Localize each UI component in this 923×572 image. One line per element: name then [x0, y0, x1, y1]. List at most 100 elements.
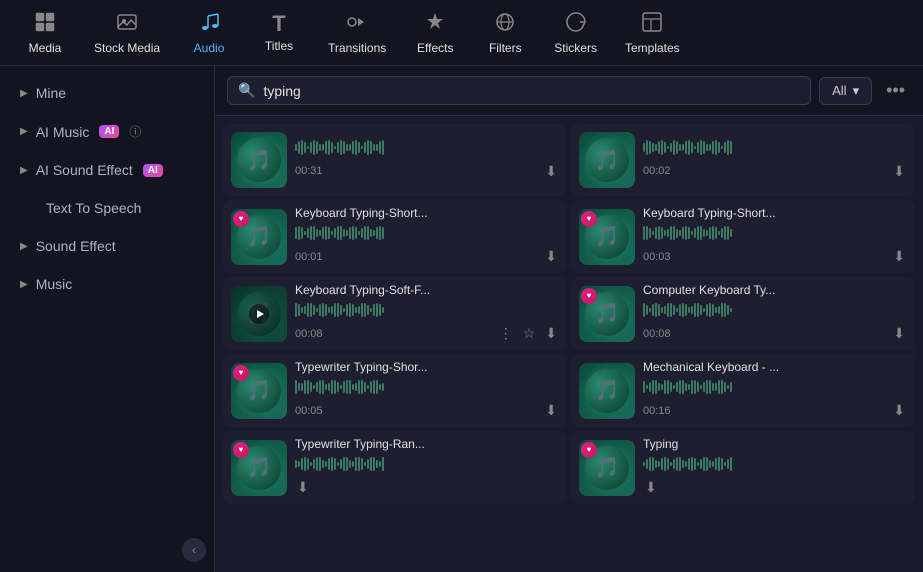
audio-info: Keyboard Typing-Short... 00:03 ⬇	[643, 206, 907, 267]
nav-label-templates: Templates	[625, 41, 680, 55]
music-note-icon: 🎵	[595, 148, 620, 173]
download-button[interactable]: ⬇	[543, 246, 559, 267]
music-note-icon: 🎵	[595, 224, 620, 249]
sidebar-item-mine[interactable]: ▶ Mine	[4, 75, 210, 111]
chevron-mine-icon: ▶	[20, 88, 28, 99]
content-area: 🔍 All ▾ ••• 🎵 00:31	[215, 66, 923, 572]
sidebar-item-text-to-speech[interactable]: Text To Speech	[4, 190, 210, 226]
audio-info: Typewriter Typing-Ran... ⬇	[295, 437, 559, 498]
transitions-icon	[346, 11, 368, 37]
download-button[interactable]: ⬇	[891, 400, 907, 421]
favorite-button[interactable]: ☆	[521, 323, 538, 344]
nav-item-transitions[interactable]: Transitions	[314, 3, 400, 63]
audio-item[interactable]: 🎵 Keyboard Typing-Soft-F... 00:08 ⋮ ☆ ⬇	[223, 277, 567, 350]
templates-icon	[641, 11, 663, 37]
search-bar: 🔍 All ▾ •••	[215, 66, 923, 116]
nav-item-stickers[interactable]: Stickers	[540, 3, 611, 63]
thumb-inner: 🎵	[237, 138, 281, 182]
audio-actions: ⋮ ☆ ⬇	[497, 323, 559, 344]
audio-title: Keyboard Typing-Soft-F...	[295, 283, 559, 297]
audio-thumbnail: 🎵	[231, 286, 287, 342]
sidebar: ▶ Mine ▶ AI Music AI ⓘ ▶ AI Sound Effect…	[0, 66, 215, 572]
sidebar-item-ai-sound-effect[interactable]: ▶ AI Sound Effect AI	[4, 152, 210, 188]
sidebar-item-music[interactable]: ▶ Music	[4, 266, 210, 302]
nav-item-media[interactable]: Media	[10, 3, 80, 63]
audio-info: 00:02 ⬇	[643, 139, 907, 182]
sidebar-label-text-to-speech: Text To Speech	[46, 200, 141, 216]
audio-footer: 00:01 ⬇	[295, 246, 559, 267]
sidebar-collapse-button[interactable]: ‹	[182, 538, 206, 562]
audio-duration: 00:03	[643, 251, 671, 263]
audio-item[interactable]: ♥ 🎵 Keyboard Typing-Short... 00:01 ⬇	[223, 200, 567, 273]
audio-item[interactable]: ♥ 🎵 Typing ⬇	[571, 431, 915, 504]
nav-item-audio[interactable]: Audio	[174, 3, 244, 63]
download-button[interactable]: ⬇	[543, 161, 559, 182]
audio-duration: 00:08	[295, 328, 323, 340]
audio-footer: 00:05 ⬇	[295, 400, 559, 421]
download-button[interactable]: ⬇	[543, 323, 559, 344]
sidebar-item-sound-effect[interactable]: ▶ Sound Effect	[4, 228, 210, 264]
audio-thumbnail: ♥ 🎵	[231, 440, 287, 496]
download-button[interactable]: ⬇	[891, 323, 907, 344]
more-options-button[interactable]: •••	[880, 76, 911, 105]
nav-label-audio: Audio	[194, 41, 225, 55]
sidebar-label-ai-music: AI Music	[36, 124, 90, 140]
audio-item[interactable]: 🎵 Mechanical Keyboard - ... 00:16 ⬇	[571, 354, 915, 427]
effects-icon	[424, 11, 446, 37]
nav-item-effects[interactable]: Effects	[400, 3, 470, 63]
audio-title: Mechanical Keyboard - ...	[643, 360, 907, 374]
audio-item[interactable]: ♥ 🎵 Typewriter Typing-Ran... ⬇	[223, 431, 567, 504]
audio-info: Computer Keyboard Ty... 00:08 ⬇	[643, 283, 907, 344]
titles-icon: T	[272, 13, 285, 35]
chevron-ai-music-icon: ▶	[20, 126, 28, 137]
filter-dropdown[interactable]: All ▾	[819, 77, 872, 105]
audio-icon	[198, 11, 220, 37]
chevron-ai-sound-icon: ▶	[20, 165, 28, 176]
audio-info: Keyboard Typing-Short... 00:01 ⬇	[295, 206, 559, 267]
audio-items-grid: 🎵 00:31 ⬇ 🎵	[223, 124, 915, 504]
audio-footer: ⬇	[643, 477, 907, 498]
chevron-music-icon: ▶	[20, 279, 28, 290]
more-button[interactable]: ⋮	[497, 323, 515, 344]
thumb-inner: 🎵	[585, 369, 629, 413]
search-input-wrapper: 🔍	[227, 76, 811, 105]
audio-item[interactable]: ♥ 🎵 Computer Keyboard Ty... 00:08 ⬇	[571, 277, 915, 350]
audio-thumbnail: ♥ 🎵	[579, 286, 635, 342]
nav-item-stock-media[interactable]: Stock Media	[80, 3, 174, 63]
music-note-icon: 🎵	[247, 148, 272, 173]
audio-item[interactable]: 🎵 00:02 ⬇	[571, 124, 915, 196]
audio-item[interactable]: ♥ 🎵 Typewriter Typing-Shor... 00:05 ⬇	[223, 354, 567, 427]
download-button[interactable]: ⬇	[891, 161, 907, 182]
sidebar-label-mine: Mine	[36, 85, 66, 101]
nav-label-stock-media: Stock Media	[94, 41, 160, 55]
audio-grid-scroll[interactable]: 🎵 00:31 ⬇ 🎵	[215, 116, 923, 572]
play-overlay[interactable]	[231, 286, 287, 342]
music-note-icon: 🎵	[247, 378, 272, 403]
audio-footer: 00:08 ⋮ ☆ ⬇	[295, 323, 559, 344]
music-note-icon: 🎵	[595, 455, 620, 480]
audio-title: Typing	[643, 437, 907, 451]
search-input[interactable]	[263, 83, 800, 99]
audio-footer: ⬇	[295, 477, 559, 498]
audio-info: Mechanical Keyboard - ... 00:16 ⬇	[643, 360, 907, 421]
audio-actions: ⬇	[891, 161, 907, 182]
audio-title: Keyboard Typing-Short...	[643, 206, 907, 220]
download-button[interactable]: ⬇	[295, 477, 311, 498]
nav-item-templates[interactable]: Templates	[611, 3, 694, 63]
sidebar-item-ai-music[interactable]: ▶ AI Music AI ⓘ	[4, 113, 210, 150]
audio-item[interactable]: ♥ 🎵 Keyboard Typing-Short... 00:03 ⬇	[571, 200, 915, 273]
audio-item[interactable]: 🎵 00:31 ⬇	[223, 124, 567, 196]
download-button[interactable]: ⬇	[543, 400, 559, 421]
chevron-sound-effect-icon: ▶	[20, 241, 28, 252]
download-button[interactable]: ⬇	[643, 477, 659, 498]
download-button[interactable]: ⬇	[891, 246, 907, 267]
audio-duration: 00:16	[643, 405, 671, 417]
nav-item-filters[interactable]: Filters	[470, 3, 540, 63]
sidebar-label-sound-effect: Sound Effect	[36, 238, 116, 254]
audio-duration: 00:01	[295, 251, 323, 263]
thumb-inner: 🎵	[585, 138, 629, 182]
stock-media-icon	[116, 11, 138, 37]
sidebar-label-ai-sound-effect: AI Sound Effect	[36, 162, 133, 178]
nav-item-titles[interactable]: T Titles	[244, 5, 314, 61]
heart-badge: ♥	[233, 211, 249, 227]
